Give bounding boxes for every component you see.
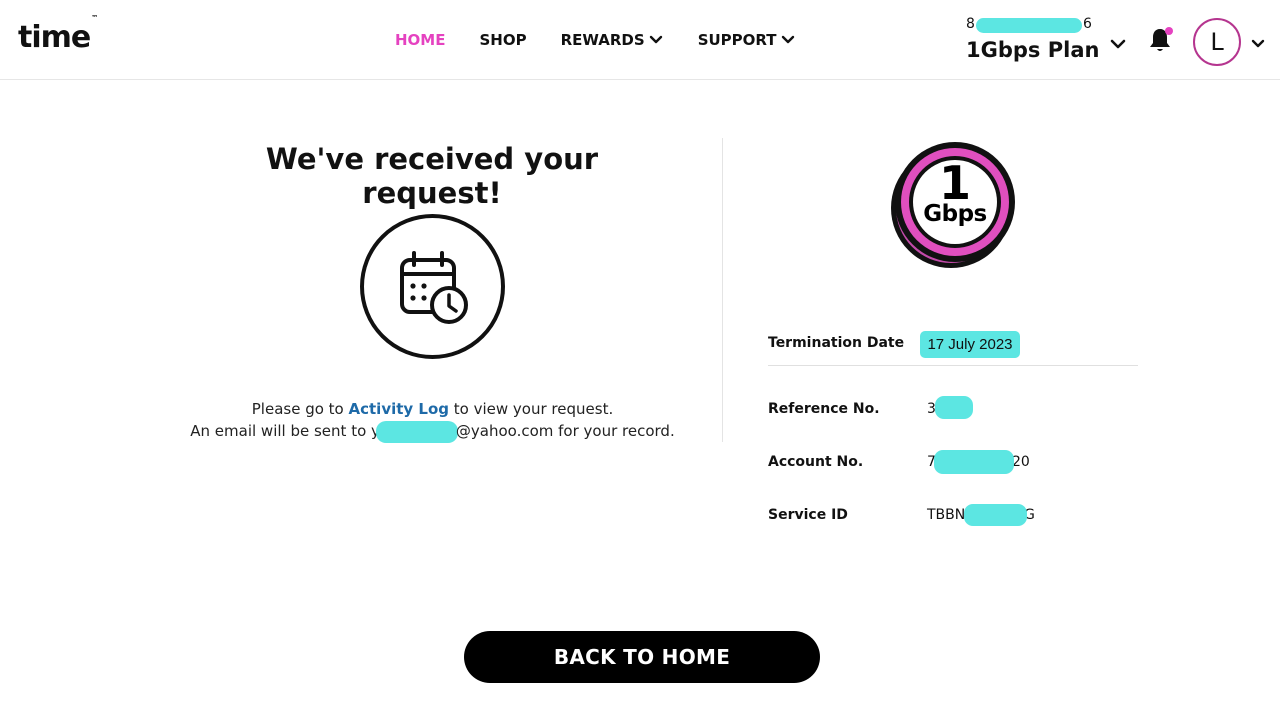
plan-name: 1Gbps Plan	[966, 38, 1100, 62]
confirmation-message: Please go to Activity Log to view your r…	[170, 398, 695, 443]
top-header: time™ HOME SHOP REWARDS SUPPORT 8 6 1Gbp…	[0, 0, 1280, 80]
nav-shop[interactable]: SHOP	[479, 31, 526, 49]
back-to-home-button[interactable]: BACK TO HOME	[464, 631, 820, 683]
avatar[interactable]: L	[1193, 18, 1241, 66]
main-nav: HOME SHOP REWARDS SUPPORT	[395, 31, 796, 49]
termination-date-value: 17 July 2023	[920, 331, 1020, 358]
chevron-down-icon	[648, 32, 664, 48]
activity-log-link[interactable]: Activity Log	[349, 400, 450, 418]
vertical-divider	[722, 138, 723, 442]
redaction-mask	[935, 396, 973, 419]
page-title: We've received your request!	[265, 142, 599, 210]
time-logo[interactable]: time™	[18, 14, 98, 55]
chevron-down-icon[interactable]	[1250, 36, 1266, 52]
bell-icon[interactable]	[1148, 26, 1174, 54]
message-line-1: Please go to Activity Log to view your r…	[251, 400, 614, 418]
redaction-mask	[964, 504, 1027, 526]
plan-selector[interactable]: 8 6 1Gbps Plan	[966, 16, 1101, 62]
redaction-mask	[375, 420, 458, 443]
account-number-header: 8 6	[966, 16, 1092, 33]
service-id-label: Service ID	[768, 507, 848, 523]
message-line-2: An email will be sent to y @yahoo.com for…	[170, 420, 695, 443]
nav-home[interactable]: HOME	[395, 31, 445, 49]
chevron-down-icon[interactable]	[1108, 34, 1128, 54]
chevron-down-icon	[780, 32, 796, 48]
reference-no-label: Reference No.	[768, 401, 880, 417]
plan-speed-label: 1 Gbps	[923, 156, 987, 227]
account-no-suffix: 20	[1012, 454, 1030, 470]
calendar-clock-icon	[360, 214, 505, 359]
termination-date-label: Termination Date	[768, 335, 905, 351]
notification-dot	[1165, 27, 1173, 35]
horizontal-divider	[768, 365, 1138, 366]
nav-rewards[interactable]: REWARDS	[561, 31, 664, 49]
nav-support[interactable]: SUPPORT	[698, 31, 796, 49]
redaction-mask	[934, 450, 1014, 474]
redaction-mask	[976, 18, 1082, 33]
account-no-label: Account No.	[768, 454, 864, 470]
service-id-value: TBBN	[927, 507, 966, 523]
